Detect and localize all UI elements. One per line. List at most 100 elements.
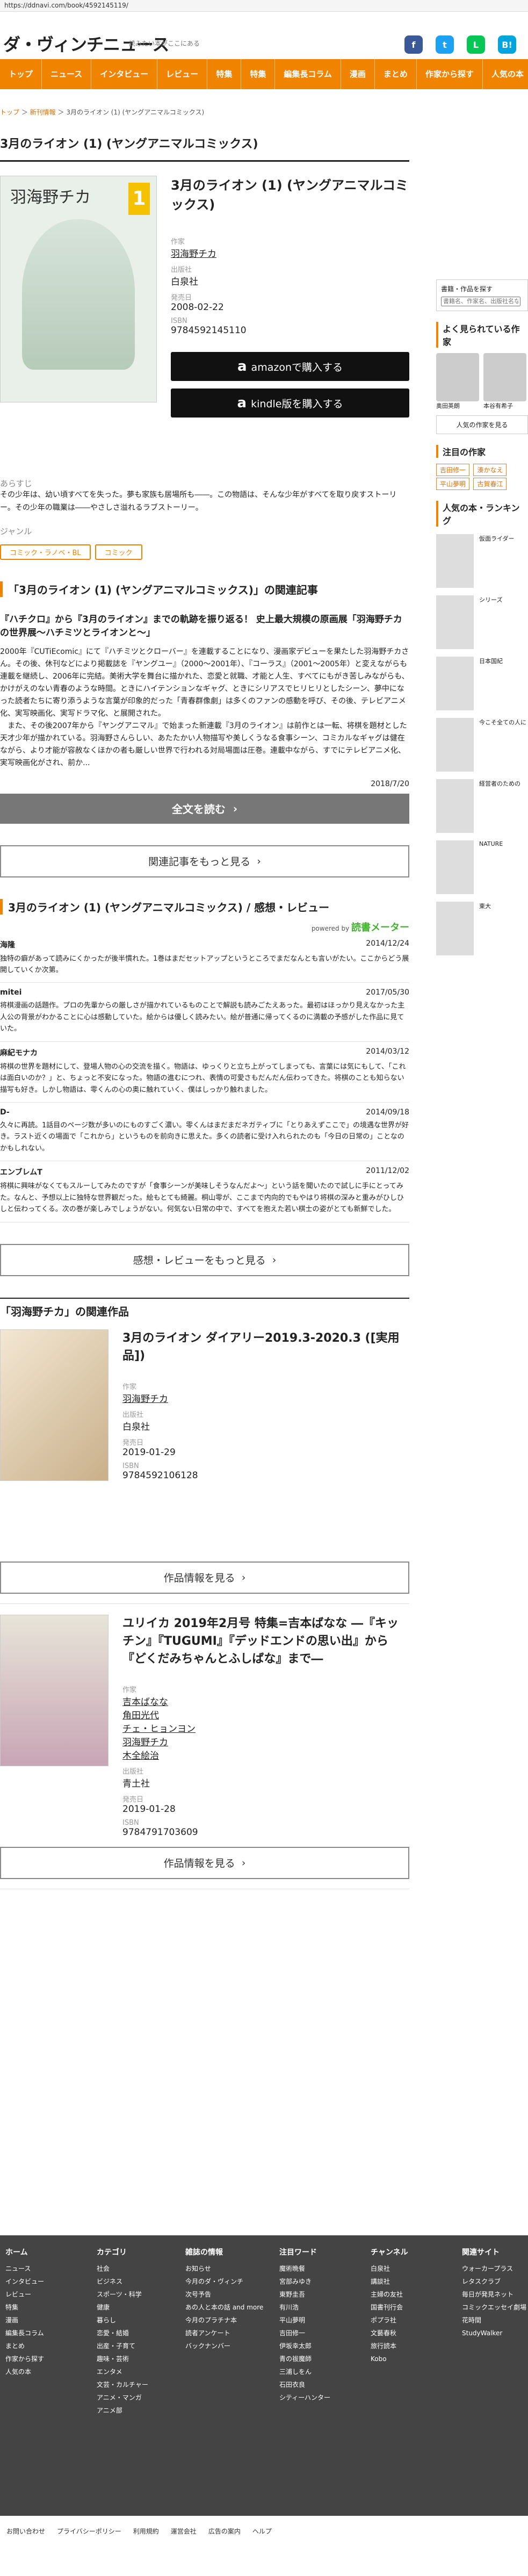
author-card[interactable]: 本谷有希子 [483,353,526,410]
work-author-link[interactable]: 吉本ばなな [122,1694,409,1708]
footer-column-heading[interactable]: ホーム [5,2246,44,2259]
footer-link[interactable]: コミックエッセイ劇場 [462,2301,526,2314]
work-author-link[interactable]: 羽海野チカ [122,1391,409,1405]
review-user[interactable]: mitei [0,988,21,997]
footer-link[interactable]: 今月のプラチナ本 [185,2314,263,2327]
author-link[interactable]: 羽海野チカ [171,246,409,260]
footer-link[interactable]: 平山夢明 [279,2314,330,2327]
footer-link[interactable]: アニメ部 [97,2404,148,2417]
nav-item[interactable]: 人気の本 [483,59,528,89]
footer-link[interactable]: インタビュー [5,2275,44,2288]
hatena-bookmark-icon[interactable]: B! [498,35,516,54]
nav-item[interactable]: インタビュー [91,59,158,89]
work-thumbnail[interactable] [0,1329,109,1481]
popular-book-item[interactable]: シリーズ [436,595,528,649]
footer-link[interactable]: 趣味・芸術 [97,2352,148,2365]
footer-column-heading[interactable]: チャンネル [371,2246,408,2259]
footer-bottom-link[interactable]: 利用規約 [133,2528,159,2535]
footer-link[interactable]: 編集長コラム [5,2327,44,2340]
footer-link[interactable]: まとめ [5,2340,44,2352]
footer-link[interactable]: シティーハンター [279,2391,330,2404]
review-user[interactable]: D- [0,1108,10,1117]
nav-item[interactable]: トップ [0,59,42,89]
popular-book-item[interactable]: 今こそ全ての人に [436,718,528,772]
footer-link[interactable]: 文藝春秋 [371,2327,408,2340]
review-user[interactable]: 麻紀モナカ [0,1047,38,1058]
work-author-link[interactable]: 角田光代 [122,1708,409,1721]
footer-link[interactable]: 文芸・カルチャー [97,2378,148,2391]
nav-item[interactable]: 編集長コラム [275,59,341,89]
footer-link[interactable]: スポーツ・科学 [97,2288,148,2301]
footer-link[interactable]: バックナンバー [185,2340,263,2352]
footer-link[interactable]: 出産・子育て [97,2340,148,2352]
footer-link[interactable]: ニュース [5,2262,44,2275]
footer-link[interactable]: アニメ・マンガ [97,2391,148,2404]
footer-column-heading[interactable]: 雑誌の情報 [185,2246,263,2259]
footer-link[interactable]: 花時間 [462,2314,526,2327]
footer-link[interactable]: エンタメ [97,2365,148,2378]
footer-link[interactable]: 有川浩 [279,2301,330,2314]
footer-link[interactable]: レビュー [5,2288,44,2301]
facebook-icon[interactable]: f [404,35,423,54]
footer-link[interactable]: 読者アンケート [185,2327,263,2340]
book-cover-image[interactable]: 羽海野チカ 1 [0,176,157,402]
footer-link[interactable]: 社会 [97,2262,148,2275]
popular-book-item[interactable]: 経営者のための [436,779,528,833]
footer-link[interactable]: 魔術晩餐 [279,2262,330,2275]
breadcrumb-top[interactable]: トップ [0,109,19,116]
footer-link[interactable]: 特集 [5,2301,44,2314]
footer-link[interactable]: 暮らし [97,2314,148,2327]
book-search-input[interactable] [441,297,520,306]
nav-item[interactable]: レビュー [157,59,208,89]
author-card[interactable]: 奥田英朗 [436,353,479,410]
footer-link[interactable]: 作家から探す [5,2352,44,2365]
footer-link[interactable]: ウォーカープラス [462,2262,526,2275]
footer-link[interactable]: 伊坂幸太郎 [279,2340,330,2352]
popular-authors-more-button[interactable]: 人気の作家を見る [436,415,528,434]
footer-column-heading[interactable]: 関連サイト [462,2246,526,2259]
genre-tag[interactable]: コミック・ラノベ・BL [0,544,91,560]
footer-bottom-link[interactable]: ヘルプ [252,2528,272,2535]
footer-link[interactable]: Kobo [371,2352,408,2365]
browser-url-bar[interactable]: https://ddnavi.com/book/4592145119/ [0,0,528,12]
review-user[interactable]: エンブレムT [0,1167,42,1177]
footer-link[interactable]: StudyWalker [462,2327,526,2340]
footer-bottom-link[interactable]: 広告の案内 [208,2528,241,2535]
featured-author-tag[interactable]: 吉田修一 [436,464,470,476]
footer-link[interactable]: 青の祓魔師 [279,2352,330,2365]
work-info-button[interactable]: 作品情報を見る › [0,1846,409,1879]
footer-link[interactable]: 毎日が発見ネット [462,2288,526,2301]
work-author-link[interactable]: チェ・ヒョンヨン [122,1721,409,1735]
footer-link[interactable]: 次号予告 [185,2288,263,2301]
footer-link[interactable]: 講談社 [371,2275,408,2288]
popular-book-item[interactable]: 日本国紀 [436,657,528,710]
popular-book-item[interactable]: NATURE [436,840,528,894]
footer-column-heading[interactable]: カテゴリ [97,2246,148,2259]
nav-item[interactable]: まとめ [375,59,417,89]
genre-tag[interactable]: コミック [95,544,142,560]
footer-link[interactable]: 吉田修一 [279,2327,330,2340]
footer-link[interactable]: 漫画 [5,2314,44,2327]
nav-item[interactable]: 特集 [241,59,276,89]
footer-link[interactable]: 東野圭吾 [279,2288,330,2301]
work-thumbnail[interactable] [0,1614,109,1766]
footer-link[interactable]: 石田衣良 [279,2378,330,2391]
footer-link[interactable]: 今月のダ・ヴィンチ [185,2275,263,2288]
footer-link[interactable]: 健康 [97,2301,148,2314]
work-title[interactable]: ユリイカ 2019年2月号 特集=吉本ばなな ―『キッチン』『TUGUMI』『デ… [122,1615,409,1668]
line-icon[interactable]: L [467,35,485,54]
footer-link[interactable]: ポプラ社 [371,2314,408,2327]
footer-link[interactable]: 主婦の友社 [371,2288,408,2301]
review-user[interactable]: 海隆 [0,939,15,950]
breadcrumb-new-releases[interactable]: 新刊情報 [30,109,56,116]
footer-link[interactable]: 人気の本 [5,2365,44,2378]
nav-item[interactable]: 漫画 [341,59,375,89]
footer-link[interactable]: お知らせ [185,2262,263,2275]
footer-link[interactable]: ビジネス [97,2275,148,2288]
footer-link[interactable]: 国書刊行会 [371,2301,408,2314]
footer-link[interactable]: 旅行読本 [371,2340,408,2352]
more-articles-button[interactable]: 関連記事をもっと見る › [0,845,409,877]
footer-link[interactable]: 三浦しをん [279,2365,330,2378]
footer-bottom-link[interactable]: 運営会社 [171,2528,197,2535]
related-article-title[interactable]: 『ハチクロ』から『3月のライオン』までの軌跡を振り返る！ 史上最大規模の原画展「… [0,613,409,641]
